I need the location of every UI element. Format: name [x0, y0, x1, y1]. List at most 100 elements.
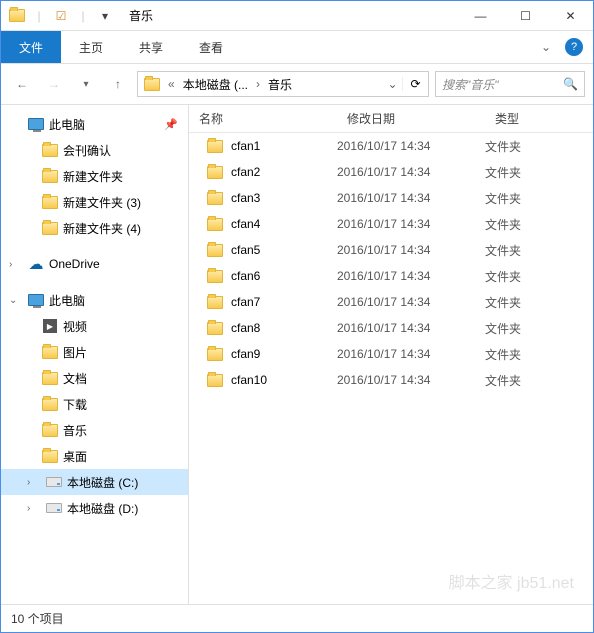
file-tab[interactable]: 文件 [1, 31, 61, 63]
breadcrumb-seg-drive[interactable]: 本地磁盘 (... [177, 72, 254, 96]
pc-icon [27, 115, 45, 133]
sidebar-item[interactable]: 音乐 [1, 417, 188, 443]
folder-icon [207, 192, 223, 205]
chevron-right-icon[interactable]: › [9, 259, 23, 270]
chevron-right-icon[interactable]: › [27, 477, 41, 488]
sidebar-item-label: 视频 [63, 318, 87, 335]
sidebar-item[interactable]: 新建文件夹 (4) [1, 215, 188, 241]
sidebar-item[interactable]: 新建文件夹 (3) [1, 189, 188, 215]
properties-icon[interactable]: ☑ [51, 6, 71, 26]
nav-back-button[interactable]: ← [9, 71, 35, 97]
address-bar-row: ← → ▾ ↑ « 本地磁盘 (... › 音乐 ⌄ ⟳ 搜索"音乐" 🔍 [1, 64, 593, 104]
address-dropdown-icon[interactable]: ⌄ [382, 77, 402, 91]
nav-up-button[interactable]: ↑ [105, 71, 131, 97]
file-row[interactable]: cfan12016/10/17 14:34文件夹 [189, 133, 593, 159]
tab-home[interactable]: 主页 [61, 31, 121, 63]
file-type: 文件夹 [485, 164, 593, 181]
file-row[interactable]: cfan42016/10/17 14:34文件夹 [189, 211, 593, 237]
search-input[interactable]: 搜索"音乐" 🔍 [435, 71, 585, 97]
sidebar-item[interactable]: 下载 [1, 391, 188, 417]
quick-access-toolbar: | ☑ | ▾ [1, 6, 121, 26]
file-row[interactable]: cfan82016/10/17 14:34文件夹 [189, 315, 593, 341]
drive-icon [45, 473, 63, 491]
file-type: 文件夹 [485, 216, 593, 233]
file-name: cfan8 [231, 321, 260, 335]
sidebar-item-label: 下载 [63, 396, 87, 413]
sidebar-item-label: 会刊确认 [63, 142, 111, 159]
sidebar-item[interactable]: 新建文件夹 [1, 163, 188, 189]
ribbon-expand-icon[interactable]: ⌄ [541, 40, 551, 54]
ribbon-tabs: 文件 主页 共享 查看 ⌄ ? [1, 31, 593, 64]
column-header-date[interactable]: 修改日期 [337, 110, 485, 127]
folder-icon [207, 374, 223, 387]
file-date: 2016/10/17 14:34 [337, 321, 485, 335]
sidebar-item-label: 文档 [63, 370, 87, 387]
folder-icon [41, 421, 59, 439]
sidebar-this-pc[interactable]: ⌄ 此电脑 [1, 287, 188, 313]
nav-forward-button[interactable]: → [41, 71, 67, 97]
close-button[interactable]: ✕ [548, 1, 593, 31]
breadcrumb-seg-folder[interactable]: 音乐 [262, 72, 298, 96]
sidebar-item-label: 图片 [63, 344, 87, 361]
chevron-right-icon[interactable]: › [27, 503, 41, 514]
folder-icon [207, 140, 223, 153]
sidebar-item[interactable]: 图片 [1, 339, 188, 365]
file-row[interactable]: cfan62016/10/17 14:34文件夹 [189, 263, 593, 289]
sidebar-quick-access[interactable]: 此电脑 📌 [1, 111, 188, 137]
folder-icon [7, 6, 27, 26]
sidebar-item[interactable]: ›本地磁盘 (D:) [1, 495, 188, 521]
nav-recent-dropdown[interactable]: ▾ [73, 71, 99, 97]
file-row[interactable]: cfan22016/10/17 14:34文件夹 [189, 159, 593, 185]
folder-icon [207, 166, 223, 179]
minimize-button[interactable]: — [458, 1, 503, 31]
sidebar-item-label: 新建文件夹 (3) [63, 194, 141, 211]
column-header-name[interactable]: 名称 [189, 110, 337, 127]
refresh-button[interactable]: ⟳ [402, 77, 428, 91]
sidebar-item[interactable]: 桌面 [1, 443, 188, 469]
help-icon[interactable]: ? [565, 38, 583, 56]
file-type: 文件夹 [485, 346, 593, 363]
address-bar[interactable]: « 本地磁盘 (... › 音乐 ⌄ ⟳ [137, 71, 429, 97]
file-date: 2016/10/17 14:34 [337, 373, 485, 387]
folder-icon [41, 343, 59, 361]
window-title: 音乐 [129, 7, 458, 24]
sidebar-item[interactable]: ›本地磁盘 (C:) [1, 469, 188, 495]
file-row[interactable]: cfan102016/10/17 14:34文件夹 [189, 367, 593, 393]
file-type: 文件夹 [485, 138, 593, 155]
qat-separator: | [73, 6, 93, 26]
folder-icon [41, 167, 59, 185]
file-row[interactable]: cfan32016/10/17 14:34文件夹 [189, 185, 593, 211]
folder-icon [207, 218, 223, 231]
breadcrumb-separator[interactable]: « [166, 77, 177, 91]
sidebar-item[interactable]: 会刊确认 [1, 137, 188, 163]
file-date: 2016/10/17 14:34 [337, 295, 485, 309]
pin-icon: 📌 [164, 118, 178, 131]
qat-separator: | [29, 6, 49, 26]
tab-view[interactable]: 查看 [181, 31, 241, 63]
maximize-button[interactable]: ☐ [503, 1, 548, 31]
file-type: 文件夹 [485, 294, 593, 311]
sidebar-item[interactable]: 文档 [1, 365, 188, 391]
chevron-down-icon[interactable]: ⌄ [9, 295, 23, 306]
column-header-type[interactable]: 类型 [485, 110, 593, 127]
breadcrumb-separator[interactable]: › [254, 77, 262, 91]
sidebar-item-label: 此电脑 [49, 116, 85, 133]
file-row[interactable]: cfan72016/10/17 14:34文件夹 [189, 289, 593, 315]
folder-icon [207, 296, 223, 309]
file-row[interactable]: cfan92016/10/17 14:34文件夹 [189, 341, 593, 367]
navigation-pane[interactable]: 此电脑 📌 会刊确认新建文件夹新建文件夹 (3) 新建文件夹 (4) › ☁ On… [1, 105, 189, 604]
file-date: 2016/10/17 14:34 [337, 191, 485, 205]
file-date: 2016/10/17 14:34 [337, 347, 485, 361]
status-item-count: 10 个项目 [11, 610, 64, 627]
folder-icon [41, 395, 59, 413]
cloud-icon: ☁ [27, 255, 45, 273]
file-row[interactable]: cfan52016/10/17 14:34文件夹 [189, 237, 593, 263]
file-list[interactable]: cfan12016/10/17 14:34文件夹cfan22016/10/17 … [189, 133, 593, 604]
sidebar-onedrive[interactable]: › ☁ OneDrive [1, 251, 188, 277]
qat-dropdown-icon[interactable]: ▾ [95, 6, 115, 26]
file-name: cfan6 [231, 269, 260, 283]
status-bar: 10 个项目 [1, 604, 593, 632]
column-headers: 名称 修改日期 类型 [189, 105, 593, 133]
sidebar-item[interactable]: ▶视频 [1, 313, 188, 339]
tab-share[interactable]: 共享 [121, 31, 181, 63]
